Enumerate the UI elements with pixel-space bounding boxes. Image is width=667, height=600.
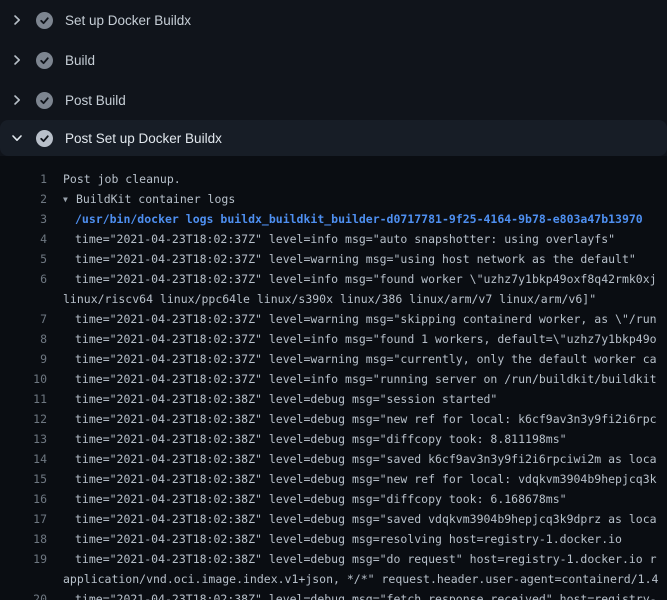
log-line[interactable]: 1 Post job cleanup. xyxy=(0,169,667,189)
step-label: Build xyxy=(65,53,95,68)
line-number[interactable]: 8 xyxy=(0,329,47,349)
step-header-post-set-up-docker-buildx[interactable]: Post Set up Docker Buildx xyxy=(0,120,667,156)
log-line[interactable]: 16 time="2021-04-23T18:02:38Z" level=deb… xyxy=(0,489,667,509)
line-number[interactable] xyxy=(0,289,47,309)
step-label: Post Build xyxy=(65,93,126,108)
log-text: time="2021-04-23T18:02:37Z" level=info m… xyxy=(75,332,657,346)
line-number[interactable]: 14 xyxy=(0,449,47,469)
line-number[interactable]: 1 xyxy=(0,169,47,189)
line-number[interactable]: 5 xyxy=(0,249,47,269)
check-circle-icon xyxy=(36,130,53,147)
line-number[interactable]: 16 xyxy=(0,489,47,509)
log-line[interactable]: 10 time="2021-04-23T18:02:37Z" level=inf… xyxy=(0,369,667,389)
log-text: /usr/bin/docker logs buildx_buildkit_bui… xyxy=(75,212,643,226)
log-line[interactable]: 15 time="2021-04-23T18:02:38Z" level=deb… xyxy=(0,469,667,489)
log-line[interactable]: linux/riscv64 linux/ppc64le linux/s390x … xyxy=(0,289,667,309)
chevron-down-icon[interactable] xyxy=(9,130,25,146)
check-circle-icon xyxy=(36,92,53,109)
line-number[interactable] xyxy=(0,569,47,589)
log-text: time="2021-04-23T18:02:38Z" level=debug … xyxy=(75,432,567,446)
line-number[interactable]: 4 xyxy=(0,229,47,249)
steps-list: Set up Docker Buildx Build xyxy=(0,0,667,156)
log-line[interactable]: 8 time="2021-04-23T18:02:37Z" level=info… xyxy=(0,329,667,349)
log-line[interactable]: 7 time="2021-04-23T18:02:37Z" level=warn… xyxy=(0,309,667,329)
log-text: time="2021-04-23T18:02:38Z" level=debug … xyxy=(75,452,657,466)
chevron-right-icon[interactable] xyxy=(9,52,25,68)
step-label: Set up Docker Buildx xyxy=(65,13,191,28)
log-text: time="2021-04-23T18:02:37Z" level=warnin… xyxy=(75,352,657,366)
line-number[interactable]: 19 xyxy=(0,549,47,569)
chevron-right-icon[interactable] xyxy=(9,12,25,28)
log-line[interactable]: 12 time="2021-04-23T18:02:38Z" level=deb… xyxy=(0,409,667,429)
step-label: Post Set up Docker Buildx xyxy=(65,131,222,146)
log-line[interactable]: 6 time="2021-04-23T18:02:37Z" level=info… xyxy=(0,269,667,289)
line-number[interactable]: 6 xyxy=(0,269,47,289)
log-line[interactable]: 13 time="2021-04-23T18:02:38Z" level=deb… xyxy=(0,429,667,449)
log-line[interactable]: 18 time="2021-04-23T18:02:38Z" level=deb… xyxy=(0,529,667,549)
line-number[interactable]: 2 xyxy=(0,189,47,209)
line-number[interactable]: 17 xyxy=(0,509,47,529)
log-text: linux/riscv64 linux/ppc64le linux/s390x … xyxy=(63,292,596,306)
log-text: time="2021-04-23T18:02:38Z" level=debug … xyxy=(75,412,657,426)
chevron-right-icon[interactable] xyxy=(9,92,25,108)
line-number[interactable]: 18 xyxy=(0,529,47,549)
check-circle-icon xyxy=(36,52,53,69)
check-circle-icon xyxy=(36,12,53,29)
log-line[interactable]: 4 time="2021-04-23T18:02:37Z" level=info… xyxy=(0,229,667,249)
log-text: time="2021-04-23T18:02:37Z" level=info m… xyxy=(75,372,657,386)
line-number[interactable]: 20 xyxy=(0,589,47,600)
log-text: time="2021-04-23T18:02:38Z" level=debug … xyxy=(75,532,622,546)
line-number[interactable]: 7 xyxy=(0,309,47,329)
log-text: BuildKit container logs xyxy=(76,192,235,206)
log-line[interactable]: 3 /usr/bin/docker logs buildx_buildkit_b… xyxy=(0,209,667,229)
log-text: Post job cleanup. xyxy=(63,172,181,186)
log-line[interactable]: 19 time="2021-04-23T18:02:38Z" level=deb… xyxy=(0,549,667,569)
log-text: application/vnd.oci.image.index.v1+json,… xyxy=(63,572,658,586)
log-text: time="2021-04-23T18:02:37Z" level=info m… xyxy=(75,272,657,286)
log-line[interactable]: 17 time="2021-04-23T18:02:38Z" level=deb… xyxy=(0,509,667,529)
step-header-build[interactable]: Build xyxy=(0,40,667,80)
log-text: time="2021-04-23T18:02:37Z" level=warnin… xyxy=(75,312,657,326)
line-number[interactable]: 9 xyxy=(0,349,47,369)
log-text: time="2021-04-23T18:02:38Z" level=debug … xyxy=(75,512,657,526)
line-number[interactable]: 10 xyxy=(0,369,47,389)
log-text: time="2021-04-23T18:02:38Z" level=debug … xyxy=(75,552,657,566)
log-text: time="2021-04-23T18:02:37Z" level=warnin… xyxy=(75,252,636,266)
line-number[interactable]: 11 xyxy=(0,389,47,409)
log-text: time="2021-04-23T18:02:38Z" level=debug … xyxy=(75,592,657,600)
line-number[interactable]: 15 xyxy=(0,469,47,489)
line-number[interactable]: 3 xyxy=(0,209,47,229)
log-text: time="2021-04-23T18:02:38Z" level=debug … xyxy=(75,492,567,506)
line-number[interactable]: 12 xyxy=(0,409,47,429)
log-line[interactable]: 5 time="2021-04-23T18:02:37Z" level=warn… xyxy=(0,249,667,269)
log-panel[interactable]: 1 Post job cleanup. 2 ▼BuildKit containe… xyxy=(0,156,667,600)
log-group-caret-icon[interactable]: ▼ xyxy=(63,190,76,209)
actions-log-viewer: Set up Docker Buildx Build xyxy=(0,0,667,600)
log-line[interactable]: 14 time="2021-04-23T18:02:38Z" level=deb… xyxy=(0,449,667,469)
log-text: time="2021-04-23T18:02:38Z" level=debug … xyxy=(75,392,497,406)
log-text: time="2021-04-23T18:02:38Z" level=debug … xyxy=(75,472,657,486)
log-line[interactable]: 2 ▼BuildKit container logs xyxy=(0,189,667,209)
log-line[interactable]: 20 time="2021-04-23T18:02:38Z" level=deb… xyxy=(0,589,667,600)
step-header-set-up-docker-buildx[interactable]: Set up Docker Buildx xyxy=(0,0,667,40)
log-line[interactable]: application/vnd.oci.image.index.v1+json,… xyxy=(0,569,667,589)
log-line[interactable]: 9 time="2021-04-23T18:02:37Z" level=warn… xyxy=(0,349,667,369)
step-header-post-build[interactable]: Post Build xyxy=(0,80,667,120)
line-number[interactable]: 13 xyxy=(0,429,47,449)
log-line[interactable]: 11 time="2021-04-23T18:02:38Z" level=deb… xyxy=(0,389,667,409)
log-text: time="2021-04-23T18:02:37Z" level=info m… xyxy=(75,232,615,246)
